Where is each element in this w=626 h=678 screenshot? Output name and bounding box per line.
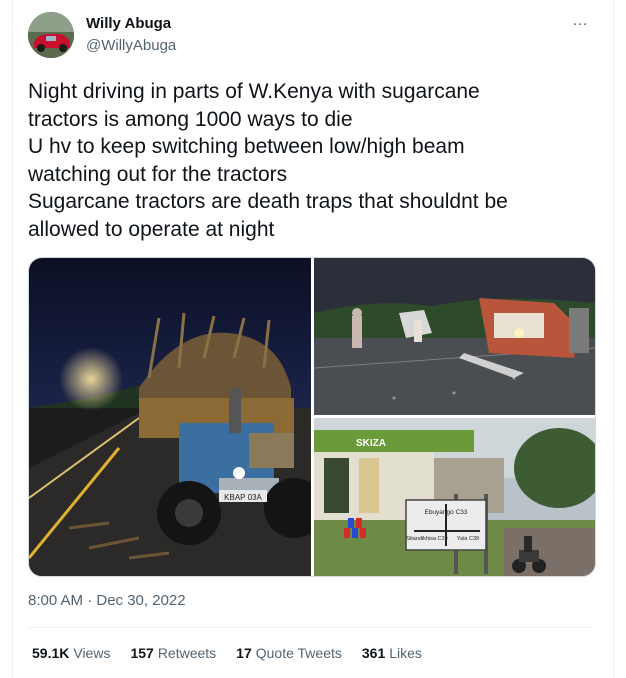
retweets-label: Retweets bbox=[157, 645, 217, 661]
tweet-timestamp[interactable]: 8:00 AM · Dec 30, 2022 bbox=[28, 592, 186, 609]
tweet-line: U hv to keep switching between low/high … bbox=[28, 135, 465, 158]
photo-tractor-night[interactable]: KBAP 03A bbox=[29, 258, 311, 576]
media-grid: KBAP 03A SKIZA Ebuyango C33 Sitandikhisa… bbox=[28, 257, 596, 577]
retweets-stat[interactable]: 157 Retweets bbox=[130, 645, 216, 661]
sign-right: Yala C39 bbox=[457, 536, 479, 542]
author-name[interactable]: Willy Abuga bbox=[86, 15, 171, 32]
likes-label: Likes bbox=[389, 645, 422, 661]
author-handle[interactable]: @WillyAbuga bbox=[86, 37, 176, 54]
avatar[interactable] bbox=[28, 12, 74, 58]
avatar-image bbox=[28, 12, 74, 58]
quote-tweets-label: Quote Tweets bbox=[255, 645, 342, 661]
tweet-line: Sugarcane tractors are death traps that … bbox=[28, 190, 508, 213]
sign-top: Ebuyango C33 bbox=[424, 509, 467, 516]
quote-tweets-stat[interactable]: 17 Quote Tweets bbox=[236, 645, 342, 661]
shop-sign: SKIZA bbox=[356, 438, 386, 449]
tweet-line: allowed to operate at night bbox=[28, 217, 275, 241]
tweet-line: tractors is among 1000 ways to die bbox=[28, 107, 353, 131]
photo-accident-scene[interactable] bbox=[314, 258, 595, 415]
retweets-count: 157 bbox=[130, 645, 154, 661]
divider bbox=[28, 627, 594, 628]
photo-road-sign[interactable]: SKIZA Ebuyango C33 Sitandikhisa C39 Yala… bbox=[314, 418, 595, 576]
tweet-line: watching out for the tractors bbox=[28, 162, 288, 186]
tweet-text: Night driving in parts of W.Kenya with s… bbox=[28, 78, 588, 243]
tweet-stats: 59.1K Views 157 Retweets 17 Quote Tweets 36… bbox=[32, 645, 422, 661]
sign-left: Sitandikhisa C39 bbox=[406, 536, 447, 542]
number-plate: KBAP 03A bbox=[224, 493, 262, 502]
likes-stat[interactable]: 361 Likes bbox=[362, 645, 422, 661]
views-stat[interactable]: 59.1K Views bbox=[32, 645, 110, 661]
tweet-line: Night driving in parts of W.Kenya with s… bbox=[28, 80, 480, 103]
quote-tweets-count: 17 bbox=[236, 645, 252, 661]
views-label: Views bbox=[73, 645, 111, 661]
views-count: 59.1K bbox=[32, 645, 70, 661]
likes-count: 361 bbox=[361, 645, 386, 661]
more-options-icon[interactable]: … bbox=[572, 12, 589, 30]
